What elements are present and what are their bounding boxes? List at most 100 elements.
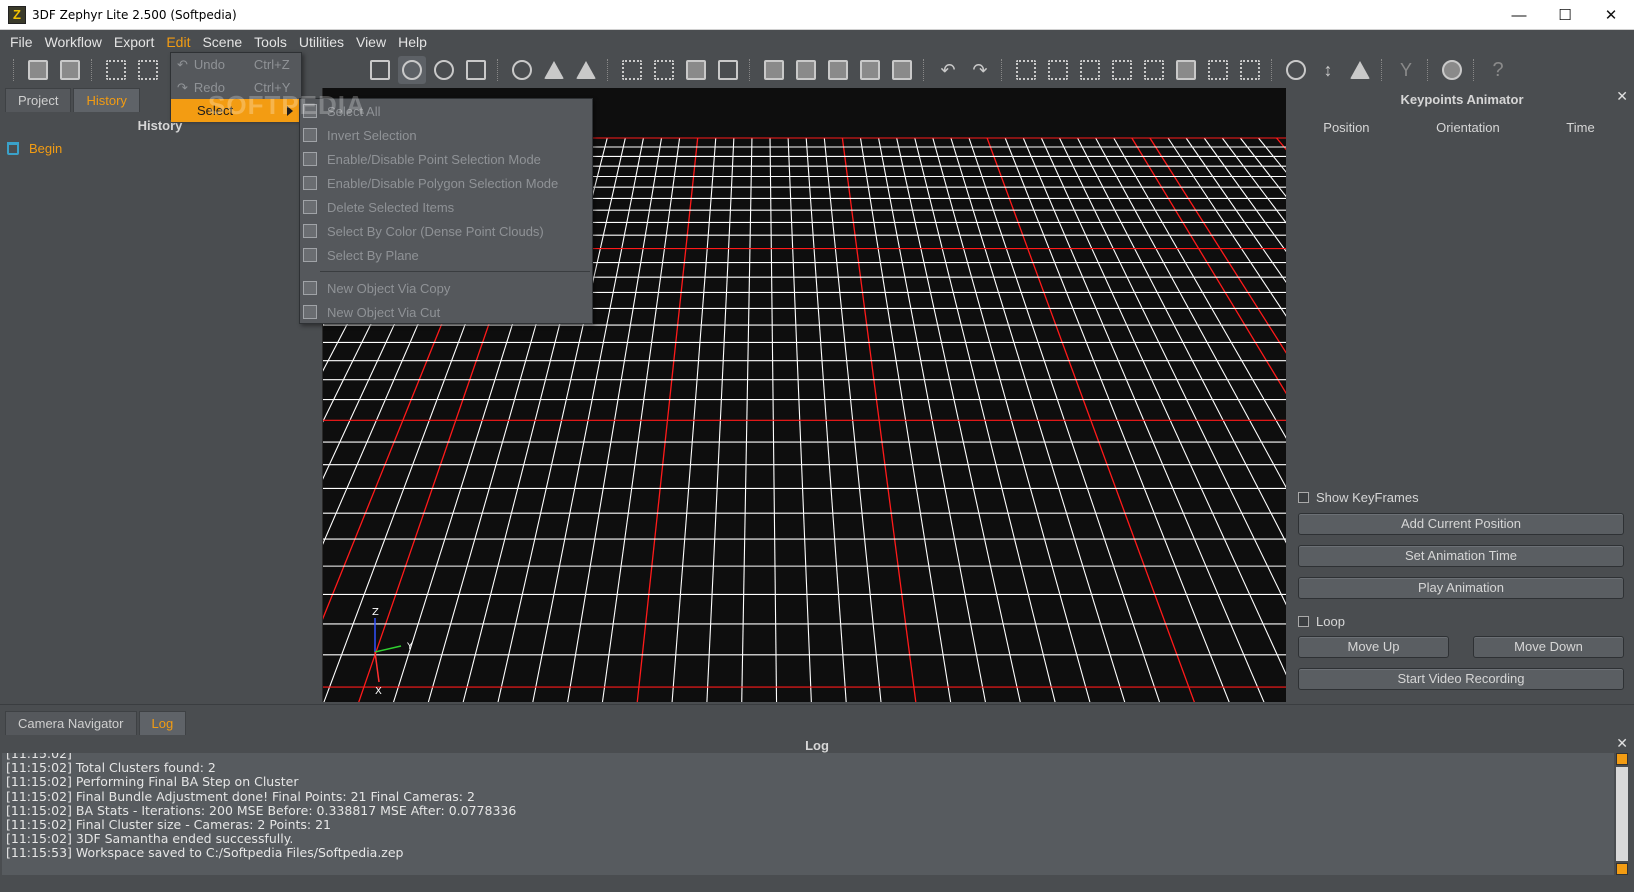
menu-scene[interactable]: Scene (196, 30, 248, 54)
save-icon (60, 60, 80, 80)
toolbar-separator (749, 59, 753, 81)
menu-export[interactable]: Export (108, 30, 160, 54)
light-button[interactable] (508, 56, 536, 84)
menu-item-select-by-color[interactable]: Select By Color (Dense Point Clouds) (300, 219, 592, 243)
redo-arrow-icon: ↷ (972, 59, 988, 80)
sparse-cloud-button[interactable] (618, 56, 646, 84)
log-line: [11:15:02] 3DF Samantha ended successful… (6, 831, 294, 847)
loop-checkbox-row[interactable]: Loop (1298, 614, 1345, 629)
save-project-button[interactable] (56, 56, 84, 84)
solid-cube-button[interactable] (682, 56, 710, 84)
menu-edit[interactable]: Edit (160, 30, 196, 54)
tab-history[interactable]: History (73, 88, 140, 112)
rect-select-icon (106, 60, 126, 80)
point-mode-toolbar-button[interactable] (1044, 56, 1072, 84)
wasd-icon (466, 60, 486, 80)
log-line: [11:15:02] Final Cluster size - Cameras:… (6, 817, 331, 833)
close-panel-icon[interactable]: ✕ (1616, 88, 1628, 105)
measure-icon: ↕ (1323, 59, 1333, 80)
lasso-button[interactable] (1282, 56, 1310, 84)
redo-toolbar-button[interactable]: ↷ (966, 56, 994, 84)
orbit-button[interactable] (398, 56, 426, 84)
camera-button[interactable] (366, 56, 394, 84)
log-scrollbar[interactable] (1616, 753, 1628, 875)
rect-select-button[interactable] (102, 56, 130, 84)
menu-file[interactable]: File (4, 30, 39, 54)
close-log-icon[interactable]: ✕ (1616, 735, 1628, 752)
view-left-button[interactable] (824, 56, 852, 84)
lasso-icon (1286, 60, 1306, 80)
cut-object-toolbar-button[interactable] (1236, 56, 1264, 84)
point-select-button[interactable] (134, 56, 162, 84)
menu-tools[interactable]: Tools (248, 30, 293, 54)
help-button[interactable]: ? (1484, 56, 1512, 84)
menu-item-select-by-plane[interactable]: Select By Plane (300, 243, 592, 267)
tab-camera-navigator[interactable]: Camera Navigator (5, 711, 137, 735)
invert-selection-label: Invert Selection (327, 127, 417, 143)
view-front-button[interactable] (760, 56, 788, 84)
menu-help[interactable]: Help (392, 30, 433, 54)
scrollbar-track[interactable] (1616, 767, 1628, 861)
menu-workflow[interactable]: Workflow (39, 30, 108, 54)
menu-item-new-object-via-copy[interactable]: New Object Via Copy (300, 276, 592, 300)
view-back-button[interactable] (792, 56, 820, 84)
menu-item-point-selection-mode[interactable]: Enable/Disable Point Selection Mode (300, 147, 592, 171)
minimize-button[interactable]: — (1496, 0, 1542, 30)
textured-cube-button[interactable] (714, 56, 742, 84)
copy-object-toolbar-button[interactable] (1204, 56, 1232, 84)
tab-project[interactable]: Project (5, 88, 72, 112)
scroll-up-arrow-icon[interactable] (1616, 753, 1628, 765)
view-top-button[interactable] (888, 56, 916, 84)
tab-log[interactable]: Log (138, 711, 187, 735)
loop-checkbox[interactable] (1298, 616, 1309, 627)
menu-item-delete-selected[interactable]: Delete Selected Items (300, 195, 592, 219)
undo-toolbar-button[interactable]: ↶ (934, 56, 962, 84)
axis-y-label: Y (406, 642, 413, 652)
menu-item-polygon-selection-mode[interactable]: Enable/Disable Polygon Selection Mode (300, 171, 592, 195)
history-item-begin[interactable]: Begin (7, 141, 320, 156)
mesh-button[interactable] (540, 56, 568, 84)
rotate-button[interactable] (430, 56, 458, 84)
show-keyframes-checkbox[interactable] (1298, 492, 1309, 503)
column-position[interactable]: Position (1323, 120, 1369, 135)
maximize-button[interactable]: ☐ (1542, 0, 1588, 30)
plane-button[interactable] (1346, 56, 1374, 84)
column-time[interactable]: Time (1566, 120, 1594, 135)
wasd-button[interactable] (462, 56, 490, 84)
log-output[interactable]: [11:15:02] [11:15:02] Total Clusters fou… (2, 753, 1614, 875)
dense-cloud-button[interactable] (650, 56, 678, 84)
show-keyframes-checkbox-row[interactable]: Show KeyFrames (1298, 490, 1419, 505)
menu-view[interactable]: View (350, 30, 392, 54)
wireframe-button[interactable] (572, 56, 600, 84)
scroll-down-arrow-icon[interactable] (1616, 863, 1628, 875)
toolbar-separator (497, 59, 501, 81)
move-up-button[interactable]: Move Up (1298, 636, 1449, 658)
select-by-plane-toolbar-button[interactable] (1108, 56, 1136, 84)
close-button[interactable]: ✕ (1588, 0, 1634, 30)
menu-item-invert-selection[interactable]: Invert Selection (300, 123, 592, 147)
camera-icon (370, 60, 390, 80)
measure-button[interactable]: ↕ (1314, 56, 1342, 84)
log-title: Log (805, 738, 829, 753)
menu-utilities[interactable]: Utilities (293, 30, 350, 54)
select-by-color-toolbar-button[interactable] (1076, 56, 1104, 84)
tools-button[interactable]: Y (1392, 56, 1420, 84)
menu-item-undo[interactable]: ↶ Undo Ctrl+Z (171, 53, 301, 76)
play-animation-button[interactable]: Play Animation (1298, 577, 1624, 599)
delete-selected-label: Delete Selected Items (327, 199, 455, 215)
delete-selected-menu-icon (303, 200, 317, 214)
select-all-toolbar-button[interactable] (1012, 56, 1040, 84)
column-orientation[interactable]: Orientation (1436, 120, 1500, 135)
set-animation-time-button[interactable]: Set Animation Time (1298, 545, 1624, 567)
new-project-button[interactable] (24, 56, 52, 84)
menu-item-new-object-via-cut[interactable]: New Object Via Cut (300, 300, 592, 324)
delete-selected-toolbar-button[interactable] (1140, 56, 1168, 84)
start-video-recording-button[interactable]: Start Video Recording (1298, 668, 1624, 690)
wrench-icon: Y (1399, 59, 1412, 80)
add-current-position-button[interactable]: Add Current Position (1298, 513, 1624, 535)
invert-selection-toolbar-button[interactable] (1172, 56, 1200, 84)
view-right-button[interactable] (856, 56, 884, 84)
move-down-button[interactable]: Move Down (1473, 636, 1624, 658)
mask-button[interactable] (1438, 56, 1466, 84)
select-by-color-label: Select By Color (Dense Point Clouds) (327, 223, 544, 239)
